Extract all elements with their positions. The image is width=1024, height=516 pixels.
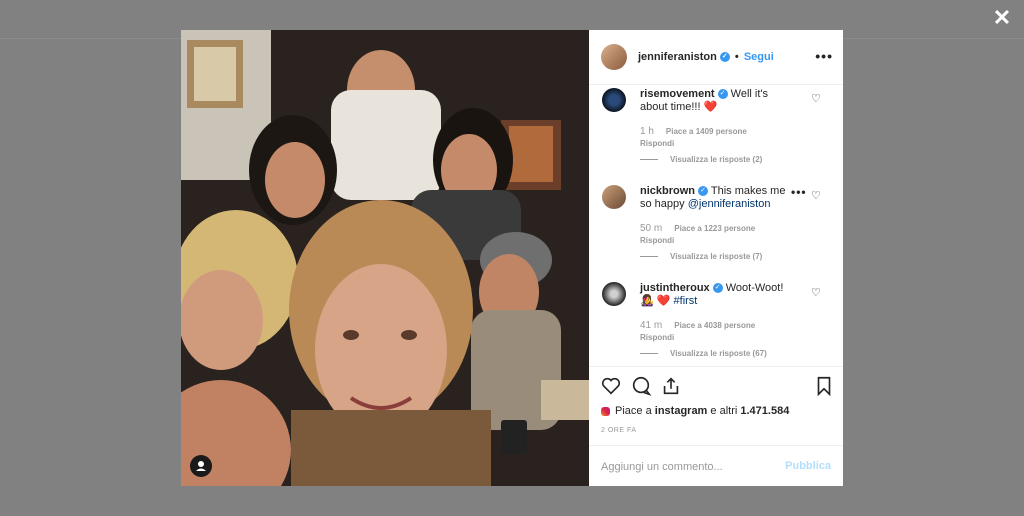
share-icon[interactable] bbox=[660, 375, 682, 397]
comment-text: justintheroux ✓ Woot-Woot! 👩‍🎤 ❤️ #first bbox=[640, 282, 790, 308]
comment-time[interactable]: 50 m bbox=[640, 223, 662, 234]
comment-meta: 50 m Piace a 1223 persone bbox=[640, 223, 755, 234]
comment-emoji: 👩‍🎤 bbox=[640, 295, 654, 307]
comment-username[interactable]: justintheroux bbox=[640, 282, 710, 294]
commenter-avatar[interactable] bbox=[602, 282, 626, 306]
comment-meta: 41 m Piace a 4038 persone bbox=[640, 320, 755, 331]
comment-time[interactable]: 1 h bbox=[640, 126, 654, 137]
post-actions: Piace a instagram e altri 1.471.584 2 OR… bbox=[589, 366, 843, 447]
reply-button[interactable]: Rispondi bbox=[640, 139, 674, 148]
comment-meta: 1 h Piace a 1409 persone bbox=[640, 126, 747, 137]
comment-time[interactable]: 41 m bbox=[640, 320, 662, 331]
comment-box: Pubblica bbox=[589, 445, 843, 487]
comment-like-icon[interactable]: ♡ bbox=[811, 189, 821, 202]
photo-illustration bbox=[181, 30, 589, 486]
likes-prefix: Piace a bbox=[615, 405, 652, 417]
heart-icon[interactable] bbox=[600, 375, 622, 397]
comment-more-icon[interactable]: ••• bbox=[791, 185, 807, 199]
view-replies-label[interactable]: Visualizza le risposte (2) bbox=[670, 155, 762, 164]
comment-likes[interactable]: Piace a 4038 persone bbox=[674, 321, 755, 330]
comment-likes[interactable]: Piace a 1409 persone bbox=[666, 127, 747, 136]
view-replies[interactable]: Visualizza le risposte (7) bbox=[640, 252, 762, 261]
comment-username[interactable]: nickbrown bbox=[640, 185, 695, 197]
likes-count[interactable]: 1.471.584 bbox=[740, 405, 789, 417]
comment-mention[interactable]: @jenniferaniston bbox=[688, 198, 771, 210]
view-replies-label[interactable]: Visualizza le risposte (67) bbox=[670, 349, 767, 358]
commenter-avatar[interactable] bbox=[602, 185, 626, 209]
separator-dot: • bbox=[734, 51, 739, 63]
comment-body: Woot-Woot! bbox=[725, 282, 784, 294]
post-photo[interactable] bbox=[181, 30, 589, 486]
comment-like-icon[interactable]: ♡ bbox=[811, 92, 821, 105]
author-username[interactable]: jenniferaniston bbox=[638, 51, 717, 63]
comment-username[interactable]: risemovement bbox=[640, 88, 715, 100]
reply-button[interactable]: Rispondi bbox=[640, 333, 674, 342]
bookmark-icon[interactable] bbox=[813, 375, 835, 397]
verified-icon: ✓ bbox=[712, 283, 723, 294]
replies-line bbox=[640, 159, 658, 161]
replies-line bbox=[640, 353, 658, 355]
user-tag-icon[interactable] bbox=[190, 455, 212, 477]
post-comment-button[interactable]: Pubblica bbox=[785, 460, 831, 472]
comment-text: nickbrown ✓ This makes me so happy @jenni… bbox=[640, 185, 790, 211]
comment-like-icon[interactable]: ♡ bbox=[811, 286, 821, 299]
heart-emoji: ❤️ bbox=[703, 101, 718, 113]
verified-icon: ✓ bbox=[719, 52, 730, 63]
commenter-avatar[interactable] bbox=[602, 88, 626, 112]
heart-emoji: ❤️ bbox=[656, 295, 671, 307]
view-replies[interactable]: Visualizza le risposte (67) bbox=[640, 349, 767, 358]
follow-button[interactable]: Segui bbox=[744, 51, 774, 63]
comment-likes[interactable]: Piace a 1223 persone bbox=[674, 224, 755, 233]
likes-user[interactable]: instagram bbox=[655, 405, 708, 417]
verified-icon: ✓ bbox=[717, 89, 728, 100]
author-line: jenniferaniston ✓ • Segui bbox=[638, 51, 774, 63]
comment-input[interactable] bbox=[599, 458, 773, 476]
instagram-icon bbox=[601, 406, 610, 416]
reply-button[interactable]: Rispondi bbox=[640, 236, 674, 245]
comment-hashtag[interactable]: #first bbox=[674, 295, 698, 307]
comment-text: risemovement ✓ Well it's about time!!! ❤️ bbox=[640, 88, 790, 114]
post-time[interactable]: 2 ORE FA bbox=[601, 427, 637, 434]
more-options-icon[interactable]: ••• bbox=[815, 48, 833, 64]
author-avatar[interactable] bbox=[601, 44, 627, 70]
post-header: jenniferaniston ✓ • Segui ••• bbox=[589, 30, 843, 85]
comment-icon[interactable] bbox=[630, 375, 652, 397]
close-icon[interactable]: ✕ bbox=[990, 6, 1014, 30]
view-replies-label[interactable]: Visualizza le risposte (7) bbox=[670, 252, 762, 261]
verified-icon: ✓ bbox=[698, 186, 709, 197]
view-replies[interactable]: Visualizza le risposte (2) bbox=[640, 155, 762, 164]
replies-line bbox=[640, 256, 658, 258]
likes-and: e altri bbox=[710, 405, 738, 417]
likes-summary: Piace a instagram e altri 1.471.584 bbox=[601, 405, 789, 417]
post-side-panel: jenniferaniston ✓ • Segui ••• risemovemen… bbox=[589, 30, 843, 486]
post-modal: jenniferaniston ✓ • Segui ••• risemovemen… bbox=[181, 30, 843, 486]
